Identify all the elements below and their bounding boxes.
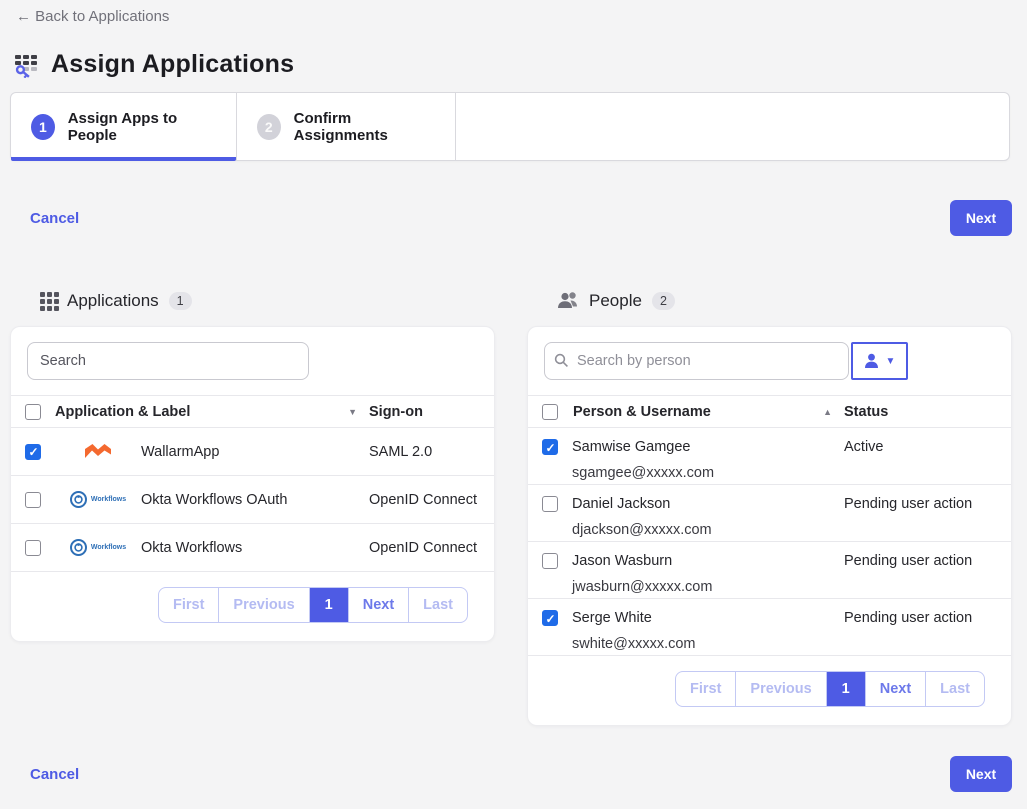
pagination-next-button[interactable]: Next [349, 588, 409, 622]
pagination-previous-button[interactable]: Previous [219, 588, 309, 622]
signon-col-label: Sign-on [369, 404, 494, 420]
tab-confirm-assignments[interactable]: 2 Confirm Assignments [237, 93, 456, 160]
people-table-header: Person & Username ▲ Status [528, 395, 1011, 428]
person-row-checkbox[interactable] [542, 610, 558, 626]
applications-col-label[interactable]: Application & Label [55, 404, 190, 420]
tab-label: Confirm Assignments [294, 110, 435, 144]
pagination-first-button[interactable]: First [159, 588, 219, 622]
table-row[interactable]: WallarmApp SAML 2.0 [11, 428, 494, 476]
people-select-all-checkbox[interactable] [542, 404, 558, 420]
workflows-logo-text: Workflows [91, 496, 126, 503]
people-count-badge: 2 [652, 292, 675, 310]
people-column: People 2 ▼ [527, 288, 1012, 726]
app-row-checkbox[interactable] [25, 444, 41, 460]
pagination-first-button[interactable]: First [676, 672, 736, 706]
people-pagination-row: First Previous 1 Next Last [528, 656, 1011, 725]
person-username: jwasburn@xxxxx.com [572, 579, 844, 595]
wallarm-logo-icon [55, 442, 141, 462]
step-1-badge: 1 [31, 114, 55, 140]
person-username: sgamgee@xxxxx.com [572, 465, 844, 481]
pagination-page-1-button[interactable]: 1 [310, 588, 349, 622]
table-row[interactable]: Workflows Okta Workflows OpenID Connect [11, 524, 494, 572]
chevron-down-icon: ▼ [886, 356, 896, 367]
people-search-input[interactable] [544, 342, 849, 380]
person-name: Daniel Jackson [572, 496, 844, 512]
app-signon: SAML 2.0 [369, 444, 494, 460]
app-name: Okta Workflows OAuth [141, 492, 287, 508]
people-pagination: First Previous 1 Next Last [675, 671, 985, 707]
assign-applications-grid-key-icon [14, 51, 41, 78]
app-row-checkbox[interactable] [25, 492, 41, 508]
next-button-bottom[interactable]: Next [950, 756, 1012, 792]
table-row[interactable]: Samwise Gamgee sgamgee@xxxxx.com Active [528, 428, 1011, 485]
person-name: Samwise Gamgee [572, 439, 844, 455]
person-row-checkbox[interactable] [542, 496, 558, 512]
next-button-top[interactable]: Next [950, 200, 1012, 236]
applications-pagination: First Previous 1 Next Last [158, 587, 468, 623]
back-to-applications-link[interactable]: ← Back to Applications [16, 8, 169, 25]
page-title-row: Assign Applications [14, 50, 294, 79]
people-card: ▼ Person & Username ▲ Status Samwise Gam… [527, 326, 1012, 726]
status-col-label: Status [844, 404, 1011, 420]
pagination-last-button[interactable]: Last [409, 588, 467, 622]
person-status: Pending user action [844, 553, 1011, 569]
okta-workflows-logo-icon: Workflows [55, 491, 141, 508]
person-icon [864, 353, 879, 369]
sort-asc-icon[interactable]: ▲ [823, 407, 832, 417]
applications-search-row [11, 327, 494, 395]
app-signon: OpenID Connect [369, 540, 494, 556]
step-2-badge: 2 [257, 114, 281, 140]
person-row-checkbox[interactable] [542, 439, 558, 455]
cancel-link-top[interactable]: Cancel [30, 210, 79, 227]
applications-table-header: Application & Label ▼ Sign-on [11, 395, 494, 428]
person-name: Jason Wasburn [572, 553, 844, 569]
people-filter-dropdown[interactable]: ▼ [851, 342, 908, 380]
app-name: WallarmApp [141, 444, 219, 460]
table-row[interactable]: Workflows Okta Workflows OAuth OpenID Co… [11, 476, 494, 524]
pagination-page-1-button[interactable]: 1 [827, 672, 866, 706]
applications-count-badge: 1 [169, 292, 192, 310]
pagination-previous-button[interactable]: Previous [736, 672, 826, 706]
app-signon: OpenID Connect [369, 492, 494, 508]
sort-desc-icon[interactable]: ▼ [348, 407, 357, 417]
person-status: Active [844, 439, 1011, 455]
pagination-last-button[interactable]: Last [926, 672, 984, 706]
tab-assign-apps-to-people[interactable]: 1 Assign Apps to People [11, 93, 237, 160]
applications-section-header: Applications 1 [10, 288, 495, 314]
applications-column: Applications 1 Application & Label ▼ Sig… [10, 288, 495, 642]
person-name: Serge White [572, 610, 844, 626]
applications-grid-icon [40, 292, 59, 311]
table-row[interactable]: Jason Wasburn jwasburn@xxxxx.com Pending… [528, 542, 1011, 599]
people-search-row: ▼ [528, 327, 1011, 395]
applications-pagination-row: First Previous 1 Next Last [11, 572, 494, 641]
tab-label: Assign Apps to People [68, 110, 216, 144]
people-icon [557, 291, 581, 311]
wizard-tabbar: 1 Assign Apps to People 2 Confirm Assign… [10, 92, 1010, 161]
applications-card: Application & Label ▼ Sign-on WallarmApp… [10, 326, 495, 642]
applications-select-all-checkbox[interactable] [25, 404, 41, 420]
people-section-header: People 2 [527, 288, 1012, 314]
person-col-label[interactable]: Person & Username [573, 404, 711, 420]
cancel-link-bottom[interactable]: Cancel [30, 766, 79, 783]
app-name: Okta Workflows [141, 540, 242, 556]
okta-workflows-logo-icon: Workflows [55, 539, 141, 556]
table-row[interactable]: Serge White swhite@xxxxx.com Pending use… [528, 599, 1011, 656]
person-row-checkbox[interactable] [542, 553, 558, 569]
applications-section-title: Applications [67, 291, 159, 311]
people-section-title: People [589, 291, 642, 311]
app-row-checkbox[interactable] [25, 540, 41, 556]
person-status: Pending user action [844, 610, 1011, 626]
table-row[interactable]: Daniel Jackson djackson@xxxxx.com Pendin… [528, 485, 1011, 542]
workflows-logo-text: Workflows [91, 544, 126, 551]
pagination-next-button[interactable]: Next [866, 672, 926, 706]
page-title: Assign Applications [51, 50, 294, 79]
person-username: swhite@xxxxx.com [572, 636, 844, 652]
person-username: djackson@xxxxx.com [572, 522, 844, 538]
applications-search-input[interactable] [27, 342, 309, 380]
person-status: Pending user action [844, 496, 1011, 512]
